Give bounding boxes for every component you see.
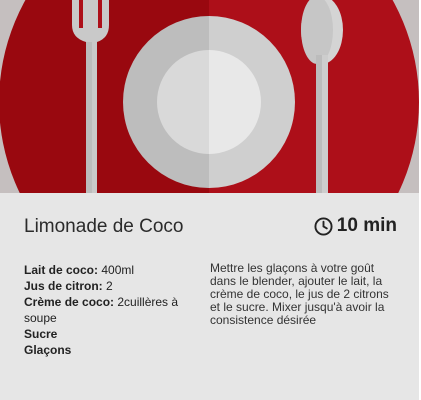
recipe-title: Limonade de Coco bbox=[24, 216, 184, 237]
ingredient-item: Lait de coco: 400ml bbox=[24, 262, 194, 278]
clock-icon bbox=[314, 216, 333, 236]
ingredient-item: Glaçons bbox=[24, 342, 194, 358]
ingredient-quantity: 2 bbox=[102, 279, 113, 293]
recipe-image bbox=[0, 0, 419, 193]
ingredient-quantity: 400ml bbox=[98, 263, 135, 277]
prep-time-value: 10 min bbox=[336, 215, 397, 236]
ingredient-name: Lait de coco: bbox=[24, 263, 99, 277]
prep-time: 10 min bbox=[314, 215, 397, 237]
recipe-card[interactable]: Limonade de Coco 10 min Lait de coco: 40… bbox=[0, 0, 419, 400]
ingredient-item: Crème de coco: 2cuillères à soupe bbox=[24, 294, 194, 326]
ingredient-item: Jus de citron: 2 bbox=[24, 278, 194, 294]
ingredient-name: Glaçons bbox=[24, 343, 72, 357]
ingredient-name: Jus de citron: bbox=[24, 279, 103, 293]
ingredient-name: Sucre bbox=[24, 327, 58, 341]
plate-fork-spoon-icon bbox=[0, 0, 419, 193]
ingredients-list: Lait de coco: 400ml Jus de citron: 2 Crè… bbox=[24, 262, 194, 358]
ingredient-item: Sucre bbox=[24, 326, 194, 342]
ingredient-name: Crème de coco: bbox=[24, 295, 115, 309]
recipe-instructions: Mettre les glaçons à votre goût dans le … bbox=[210, 261, 389, 327]
